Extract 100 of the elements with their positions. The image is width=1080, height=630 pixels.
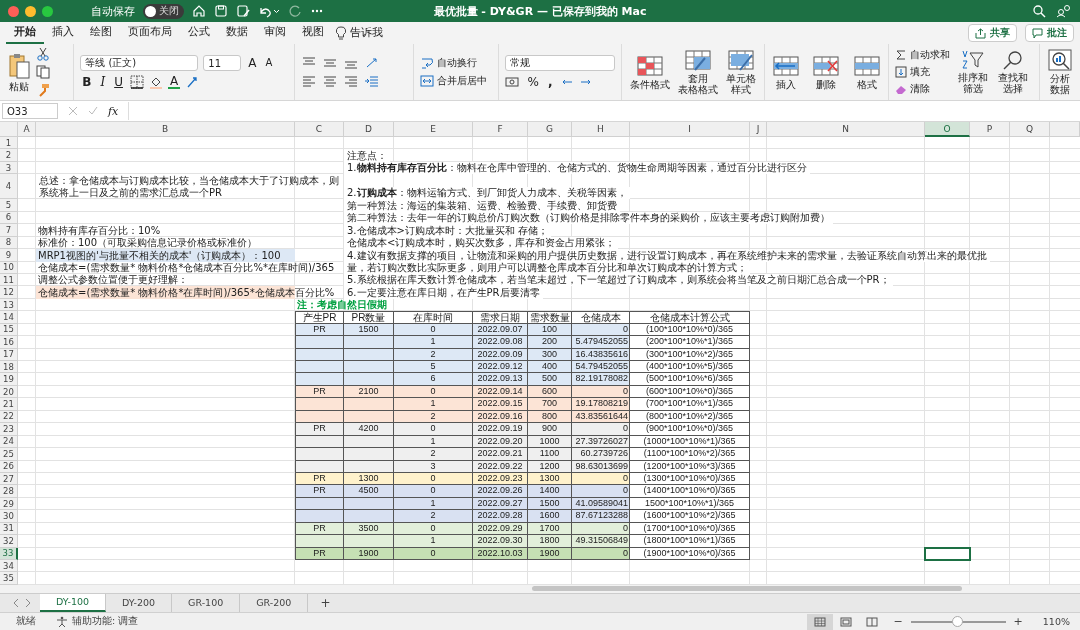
minimize-window-button[interactable]: [25, 5, 36, 17]
fill-color-icon[interactable]: [148, 75, 163, 89]
sort-filter-button[interactable]: 排序和 筛选: [955, 50, 990, 94]
align-center-icon[interactable]: [321, 74, 338, 88]
merge-center-button[interactable]: 合并后居中: [420, 74, 488, 88]
save-icon[interactable]: [214, 4, 228, 18]
font-size-dropdown[interactable]: 11: [203, 55, 242, 71]
text-orientation-icon[interactable]: [185, 75, 200, 89]
align-middle-icon[interactable]: [321, 56, 338, 70]
delete-button[interactable]: 删除: [811, 54, 842, 90]
name-box[interactable]: O33: [2, 103, 58, 119]
page-break-icon[interactable]: [866, 616, 879, 627]
currency-icon[interactable]: [504, 76, 521, 88]
sheet-tab[interactable]: DY-200: [106, 593, 173, 612]
row-header[interactable]: 25: [0, 448, 18, 461]
accessibility-status[interactable]: 辅助功能: 调查: [72, 615, 139, 629]
find-select-button[interactable]: 查找和 选择: [995, 50, 1030, 94]
home-icon[interactable]: [192, 4, 206, 18]
search-icon[interactable]: [1001, 50, 1024, 70]
ribbon-tab[interactable]: 公式: [180, 22, 218, 44]
align-right-icon[interactable]: [342, 74, 359, 88]
tell-me-field[interactable]: 告诉我: [350, 26, 383, 40]
column-header[interactable]: N: [767, 122, 925, 137]
insert-cells-icon[interactable]: [773, 54, 799, 77]
format-cells-icon[interactable]: [853, 54, 880, 77]
column-header[interactable]: O: [925, 122, 970, 137]
column-header[interactable]: P: [970, 122, 1010, 137]
cancel-icon[interactable]: [68, 106, 78, 116]
align-left-icon[interactable]: [300, 74, 317, 88]
delete-cells-icon[interactable]: [813, 54, 840, 77]
column-header[interactable]: H: [572, 122, 630, 137]
comma-button[interactable]: ,: [546, 75, 555, 89]
autosum-button[interactable]: 自动求和: [894, 48, 950, 62]
insert-function-button[interactable]: fx: [108, 104, 119, 118]
shrink-font-button[interactable]: A: [263, 56, 275, 70]
eraser-icon[interactable]: [894, 83, 907, 95]
table-format-icon[interactable]: [684, 49, 711, 71]
clipboard-icon[interactable]: [8, 52, 30, 79]
row-header[interactable]: 19: [0, 373, 18, 386]
cell-style-icon[interactable]: [728, 49, 754, 71]
fill-down-icon[interactable]: [894, 66, 907, 78]
column-header[interactable]: G: [528, 122, 572, 137]
row-header[interactable]: 9: [0, 249, 18, 262]
comments-button[interactable]: 批注: [1025, 24, 1074, 42]
number-format-dropdown[interactable]: 常规: [504, 55, 615, 71]
wrap-text-icon[interactable]: [420, 56, 435, 70]
row-header[interactable]: 14: [0, 311, 18, 324]
wrap-text-button[interactable]: 自动换行: [420, 56, 488, 70]
conditional-format-button[interactable]: 条件格式: [627, 54, 672, 90]
row-header[interactable]: 23: [0, 423, 18, 436]
row-header[interactable]: 12: [0, 286, 18, 299]
cut-icon[interactable]: [36, 47, 50, 61]
row-header[interactable]: 7: [0, 224, 18, 237]
column-header[interactable]: D: [344, 122, 394, 137]
format-button[interactable]: 格式: [851, 54, 882, 90]
row-header[interactable]: 5: [0, 199, 18, 212]
row-header[interactable]: 2: [0, 149, 18, 162]
normal-view-icon[interactable]: [814, 616, 827, 627]
ribbon-tab[interactable]: 视图: [294, 22, 332, 44]
sort-filter-icon[interactable]: [960, 50, 985, 70]
copy-icon[interactable]: [36, 65, 50, 79]
column-header[interactable]: Q: [1010, 122, 1050, 137]
column-header[interactable]: I: [630, 122, 750, 137]
page-layout-icon[interactable]: [840, 616, 853, 627]
zoom-window-button[interactable]: [42, 5, 53, 17]
grow-font-button[interactable]: A: [246, 56, 259, 70]
zoom-out-button[interactable]: −: [893, 615, 903, 629]
ribbon-tab[interactable]: 审阅: [256, 22, 294, 44]
underline-button[interactable]: U: [112, 75, 125, 89]
row-header[interactable]: 4: [0, 174, 18, 200]
row-header[interactable]: 21: [0, 398, 18, 411]
sum-icon[interactable]: [894, 49, 907, 61]
table-format-button[interactable]: 套用 表格格式: [675, 49, 720, 95]
merge-icon[interactable]: [420, 74, 435, 88]
share-button[interactable]: 共享: [968, 24, 1017, 42]
redo-icon[interactable]: [288, 4, 302, 18]
sheet-tab[interactable]: GR-100: [172, 593, 241, 612]
column-header[interactable]: B: [36, 122, 295, 137]
autosave-toggle[interactable]: 关闭: [143, 3, 184, 19]
zoom-in-button[interactable]: +: [1013, 615, 1023, 629]
scroll-left-icon[interactable]: [12, 597, 20, 608]
font-name-dropdown[interactable]: 等线 (正文): [80, 55, 199, 71]
column-header[interactable]: F: [473, 122, 528, 137]
bold-button[interactable]: B: [80, 75, 94, 89]
search-icon[interactable]: [1032, 4, 1046, 18]
clear-button[interactable]: 清除: [894, 82, 950, 96]
comment-icon[interactable]: [1032, 27, 1043, 39]
scroll-right-icon[interactable]: [24, 597, 32, 608]
add-sheet-button[interactable]: +: [308, 593, 343, 612]
accessibility-icon[interactable]: [56, 615, 68, 628]
row-header[interactable]: 35: [0, 572, 18, 585]
analyze-data-button[interactable]: 分析 数据: [1046, 49, 1074, 95]
column-header[interactable]: E: [394, 122, 473, 137]
row-header[interactable]: 32: [0, 535, 18, 548]
row-header[interactable]: 30: [0, 510, 18, 523]
save-edit-icon[interactable]: [236, 4, 250, 18]
ribbon-tab[interactable]: 绘图: [82, 22, 120, 44]
ribbon-tab[interactable]: 页面布局: [120, 22, 180, 44]
zoom-slider-thumb[interactable]: [952, 615, 964, 627]
fill-button[interactable]: 填充: [894, 65, 950, 79]
